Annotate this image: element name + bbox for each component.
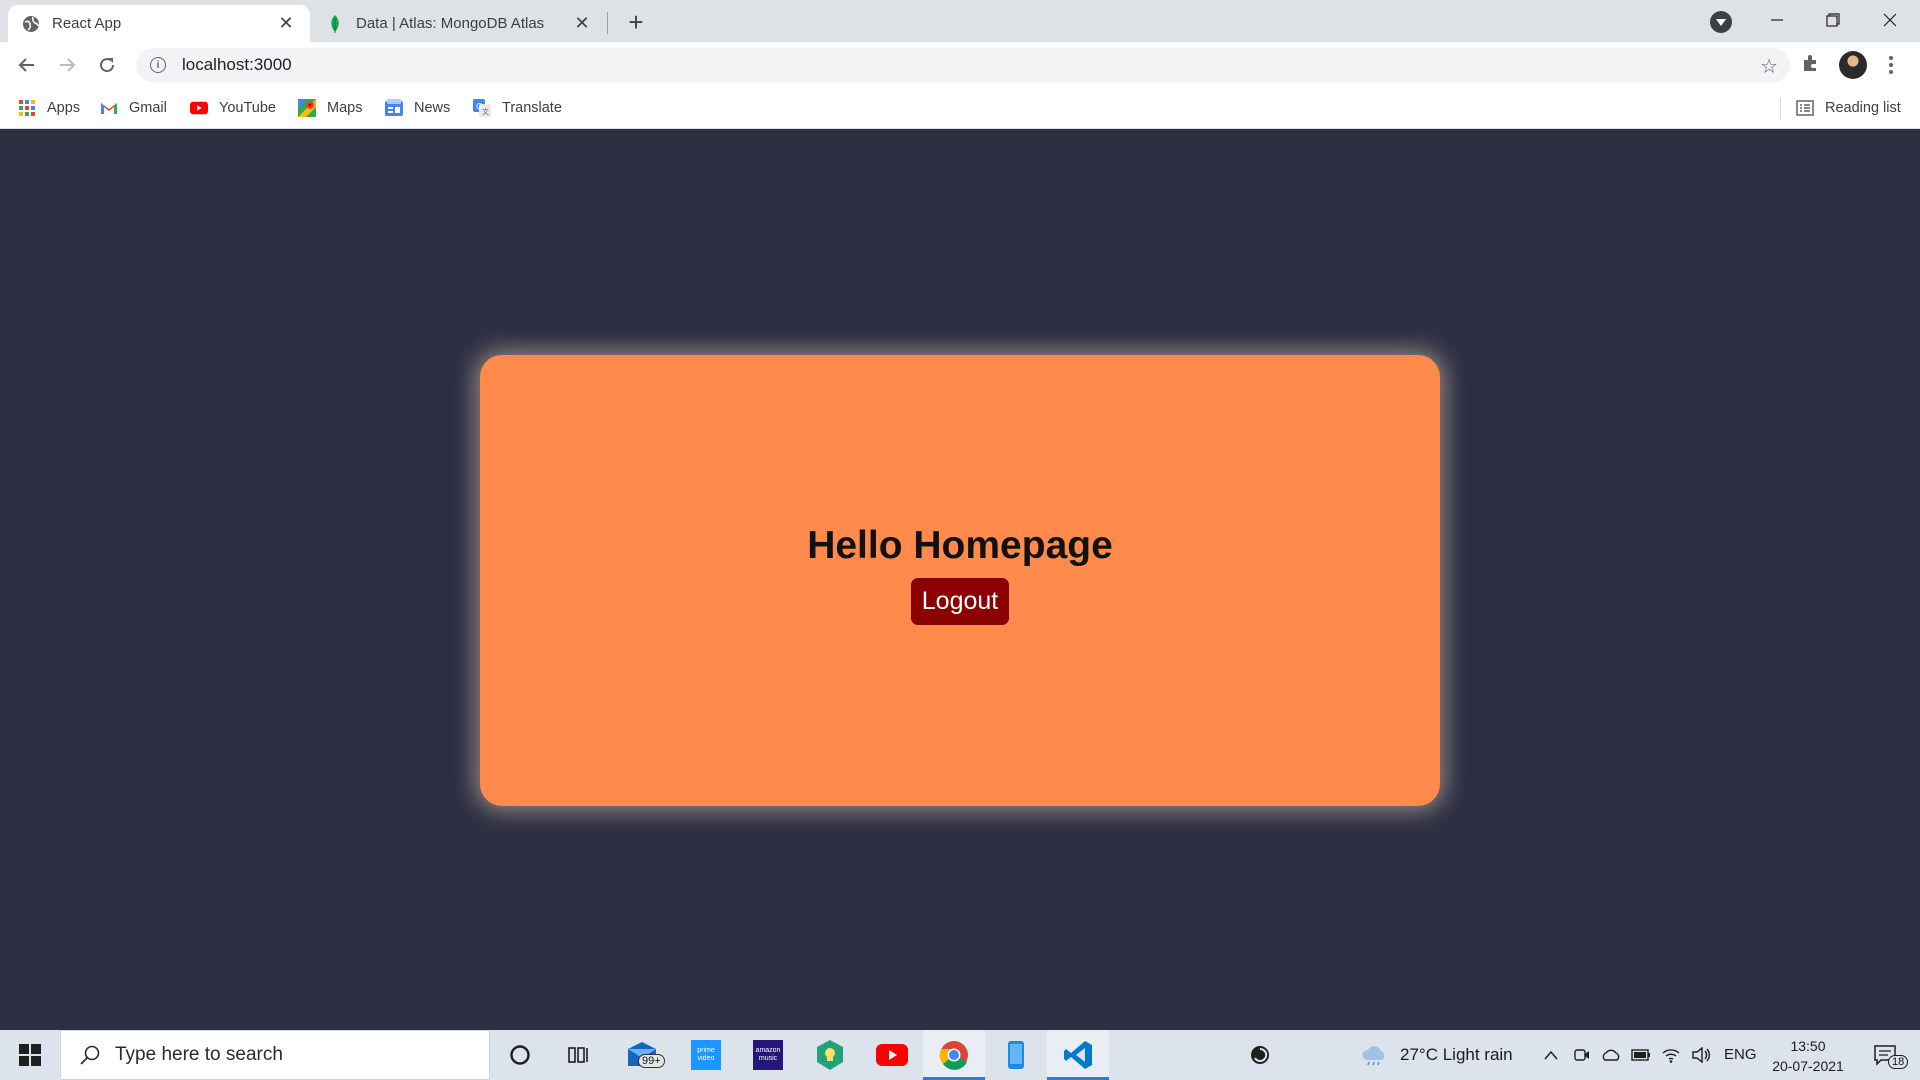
close-tab-icon[interactable]: ✕ xyxy=(572,13,592,34)
back-button[interactable] xyxy=(12,50,42,80)
back-arrow-icon xyxy=(18,58,34,72)
bookmarks-divider xyxy=(1780,98,1781,120)
site-info-icon[interactable]: i xyxy=(150,57,166,73)
weather-icon xyxy=(1356,1030,1392,1080)
bookmark-youtube[interactable]: YouTube xyxy=(190,96,276,120)
bookmark-label: Gmail xyxy=(129,100,167,116)
extensions-icon[interactable] xyxy=(1800,52,1824,76)
windows-logo-icon xyxy=(19,1044,41,1066)
notification-count-badge: 18 xyxy=(1888,1055,1909,1069)
taskbar-search-box[interactable]: Type here to search xyxy=(60,1030,490,1080)
bookmark-translate[interactable]: G文 Translate xyxy=(473,96,562,120)
bookmarks-bar: Apps Gmail YouTube Maps News G文 Translat… xyxy=(0,88,1920,129)
close-tab-icon[interactable]: ✕ xyxy=(276,13,296,34)
tab-separator xyxy=(607,12,608,34)
forward-arrow-icon xyxy=(60,58,76,72)
browser-tab-strip: React App ✕ Data | Atlas: MongoDB Atlas … xyxy=(0,0,1920,42)
gmail-icon xyxy=(100,99,118,117)
volume-icon[interactable] xyxy=(1688,1030,1714,1080)
language-indicator[interactable]: ENG xyxy=(1724,1046,1757,1063)
minimize-button[interactable] xyxy=(1749,0,1805,40)
page-viewport: Hello Homepage Logout xyxy=(0,129,1920,1030)
bookmark-label: Maps xyxy=(327,100,363,116)
meet-now-icon[interactable] xyxy=(1570,1030,1594,1080)
chrome-app-icon[interactable] xyxy=(923,1030,985,1080)
bookmark-star-icon[interactable]: ☆ xyxy=(1760,54,1778,79)
bookmark-apps[interactable]: Apps xyxy=(18,96,80,120)
tab-title: React App xyxy=(52,15,122,32)
restore-button[interactable] xyxy=(1805,0,1861,40)
browser-menu-icon[interactable] xyxy=(1886,52,1896,78)
show-hidden-icons-icon[interactable] xyxy=(1538,1030,1564,1080)
bookmark-news[interactable]: News xyxy=(385,96,450,120)
clock-time: 13:50 xyxy=(1790,1038,1826,1054)
windows-taskbar: Type here to search 99+ prime video amaz… xyxy=(0,1030,1920,1080)
close-window-button[interactable] xyxy=(1862,0,1918,40)
notification-center-icon[interactable]: 18 xyxy=(1860,1030,1910,1080)
tab-react-app[interactable]: React App ✕ xyxy=(8,5,310,42)
browser-toolbar: i localhost:3000 ☆ xyxy=(0,42,1920,88)
youtube-icon xyxy=(190,99,208,117)
bookmark-maps[interactable]: Maps xyxy=(298,96,362,120)
address-url[interactable]: localhost:3000 xyxy=(182,55,292,75)
tab-title: Data | Atlas: MongoDB Atlas xyxy=(356,15,545,32)
mongodb-leaf-icon xyxy=(326,14,344,33)
mail-app-icon[interactable]: 99+ xyxy=(612,1030,674,1080)
reading-list-label: Reading list xyxy=(1825,100,1901,116)
bookmark-label: News xyxy=(414,100,451,116)
prime-video-app-icon[interactable]: prime video xyxy=(675,1030,737,1080)
vscode-app-icon[interactable] xyxy=(1047,1030,1109,1080)
prime-video-label: prime video xyxy=(691,1040,721,1070)
wifi-icon[interactable] xyxy=(1658,1030,1684,1080)
reload-button[interactable] xyxy=(92,50,122,80)
sync-tray-icon[interactable] xyxy=(1240,1030,1280,1080)
logout-button[interactable]: Logout xyxy=(910,578,1010,625)
reading-list-button[interactable]: Reading list xyxy=(1796,96,1901,120)
forward-button[interactable] xyxy=(52,50,82,80)
phone-link-app-icon[interactable] xyxy=(985,1030,1047,1080)
translate-icon: G文 xyxy=(473,99,491,117)
address-bar[interactable]: i localhost:3000 ☆ xyxy=(136,48,1790,82)
new-tab-button[interactable]: + xyxy=(622,7,650,37)
search-placeholder: Type here to search xyxy=(115,1044,283,1065)
tab-search-button[interactable] xyxy=(1710,11,1732,33)
bookmark-label: Apps xyxy=(47,100,81,116)
bookmark-label: Translate xyxy=(502,100,562,116)
svg-text:文: 文 xyxy=(482,107,489,116)
globe-icon xyxy=(22,15,40,33)
page-heading: Hello Homepage xyxy=(807,524,1113,567)
start-button[interactable] xyxy=(0,1030,60,1080)
maps-icon xyxy=(298,99,316,117)
homepage-card: Hello Homepage Logout xyxy=(480,355,1440,806)
amazon-music-label: amazon music xyxy=(753,1040,783,1070)
reading-list-icon xyxy=(1796,99,1814,117)
bookmark-gmail[interactable]: Gmail xyxy=(100,96,167,120)
system-clock[interactable]: 13:50 20-07-2021 xyxy=(1760,1036,1856,1076)
apps-grid-icon xyxy=(18,99,36,117)
security-app-icon[interactable] xyxy=(799,1030,861,1080)
battery-icon[interactable] xyxy=(1628,1030,1654,1080)
search-icon xyxy=(80,1045,100,1065)
weather-text[interactable]: 27°C Light rain xyxy=(1400,1045,1513,1065)
news-icon xyxy=(385,99,403,117)
bookmark-label: YouTube xyxy=(219,100,276,116)
amazon-music-app-icon[interactable]: amazon music xyxy=(737,1030,799,1080)
profile-avatar[interactable] xyxy=(1839,51,1867,79)
clock-date: 20-07-2021 xyxy=(1772,1058,1844,1074)
task-view-icon[interactable] xyxy=(548,1030,610,1080)
reload-icon xyxy=(100,58,115,73)
mail-unread-badge: 99+ xyxy=(638,1054,665,1068)
cortana-icon[interactable] xyxy=(489,1030,551,1080)
youtube-app-icon[interactable] xyxy=(861,1030,923,1080)
tab-mongodb-atlas[interactable]: Data | Atlas: MongoDB Atlas ✕ xyxy=(312,5,606,42)
onedrive-icon[interactable] xyxy=(1598,1030,1624,1080)
